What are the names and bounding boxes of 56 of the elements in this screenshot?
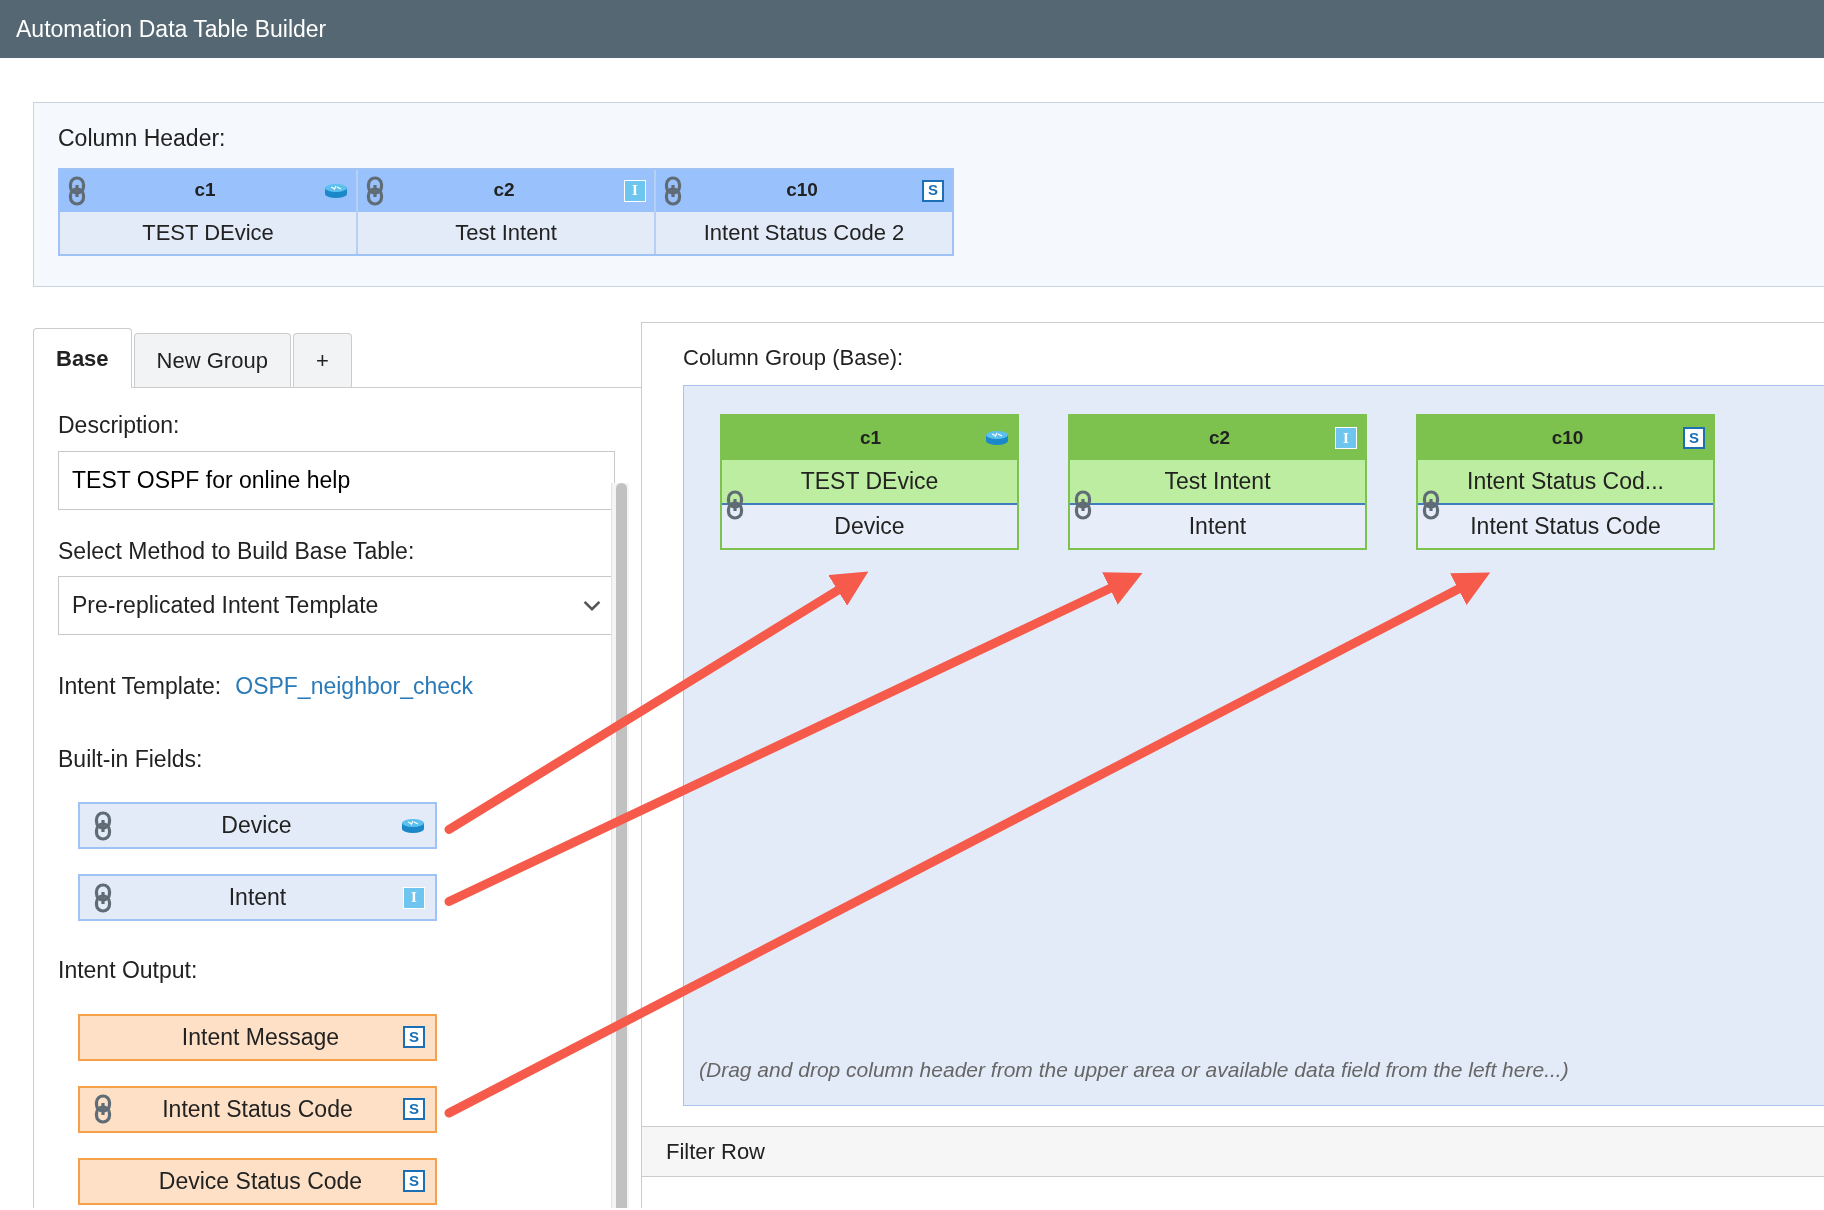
filter-row-bar[interactable]: Filter Row: [642, 1126, 1824, 1177]
section-label: Built-in Fields:: [58, 744, 204, 774]
column-source-field: Intent: [1070, 505, 1365, 548]
scrollbar[interactable]: [611, 483, 629, 1208]
description-field[interactable]: TEST OSPF for online help: [58, 450, 615, 510]
data-field[interactable]: Device Status Code S: [78, 1157, 437, 1205]
template-link[interactable]: OSPF_neighbor_check: [235, 669, 474, 704]
column-display-name: Test Intent: [1070, 460, 1365, 505]
router-icon: [401, 817, 425, 834]
router-icon: [985, 430, 1009, 446]
column-id: c1: [858, 425, 883, 450]
column-header-cell[interactable]: c2 I: [358, 169, 654, 212]
field-label: Description:: [58, 411, 181, 440]
type-badge: S: [403, 1098, 425, 1120]
data-field[interactable]: Intent I: [78, 874, 437, 921]
column-card[interactable]: c10 S Intent Status Cod... Intent Status Code: [1416, 414, 1715, 550]
column-id: c2: [1207, 425, 1232, 450]
type-badge: S: [1683, 427, 1705, 449]
column-display-name: Intent Status Cod...: [1418, 460, 1713, 505]
drop-hint: (Drag and drop column header from the upper area or available data field from the left here...): [699, 1056, 1569, 1083]
column-id: c10: [1550, 425, 1585, 450]
field-label: Intent Template:: [58, 672, 222, 701]
type-badge: S: [403, 1170, 425, 1192]
column-display-name: TEST DEvice: [722, 460, 1017, 505]
column-source-field: Device: [722, 505, 1017, 548]
tab[interactable]: Base: [33, 328, 132, 388]
column-card[interactable]: c2 I Test Intent Intent: [1068, 414, 1367, 550]
data-field[interactable]: Device: [78, 802, 437, 849]
tab[interactable]: New Group: [133, 333, 291, 387]
column-display-name: TEST DEvice: [60, 211, 356, 254]
type-badge: I: [1335, 427, 1357, 449]
chevron-down-icon: [583, 600, 601, 611]
column-header-cell[interactable]: c1: [60, 169, 356, 212]
tab[interactable]: +: [292, 333, 352, 387]
column-id: c2: [492, 178, 516, 203]
column-display-name: Test Intent: [358, 211, 654, 254]
section-label: Column Group (Base):: [683, 345, 904, 370]
drop-area[interactable]: c1 TEST DEvice Device c2 I Test Intent Intent c10 S Intent Status Cod... Intent Status Code (Drag and drop column header from the upper area or available data field from the left here...): [683, 385, 1824, 1106]
window-title: Automation Data Table Builder: [16, 14, 327, 44]
data-field[interactable]: Intent Status Code S: [78, 1085, 437, 1133]
type-badge: S: [403, 1026, 425, 1048]
router-icon: [324, 182, 348, 199]
field-label: Select Method to Build Base Table:: [58, 536, 416, 566]
column-display-name: Intent Status Code 2: [656, 211, 952, 254]
section-label: Intent Output:: [58, 956, 199, 985]
type-badge: I: [624, 179, 646, 202]
column-id: c1: [193, 178, 217, 203]
column-header-cell[interactable]: c10 S: [656, 169, 952, 212]
column-card[interactable]: c1 TEST DEvice Device: [720, 414, 1019, 550]
column-source-field: Intent Status Code: [1418, 505, 1713, 548]
data-field[interactable]: Intent Message S: [78, 1013, 437, 1061]
section-label: Column Header:: [58, 124, 227, 153]
type-badge: I: [403, 886, 425, 909]
type-badge: S: [922, 179, 944, 202]
column-id: c10: [785, 178, 819, 203]
filter-row-label: Filter Row: [666, 1138, 765, 1166]
